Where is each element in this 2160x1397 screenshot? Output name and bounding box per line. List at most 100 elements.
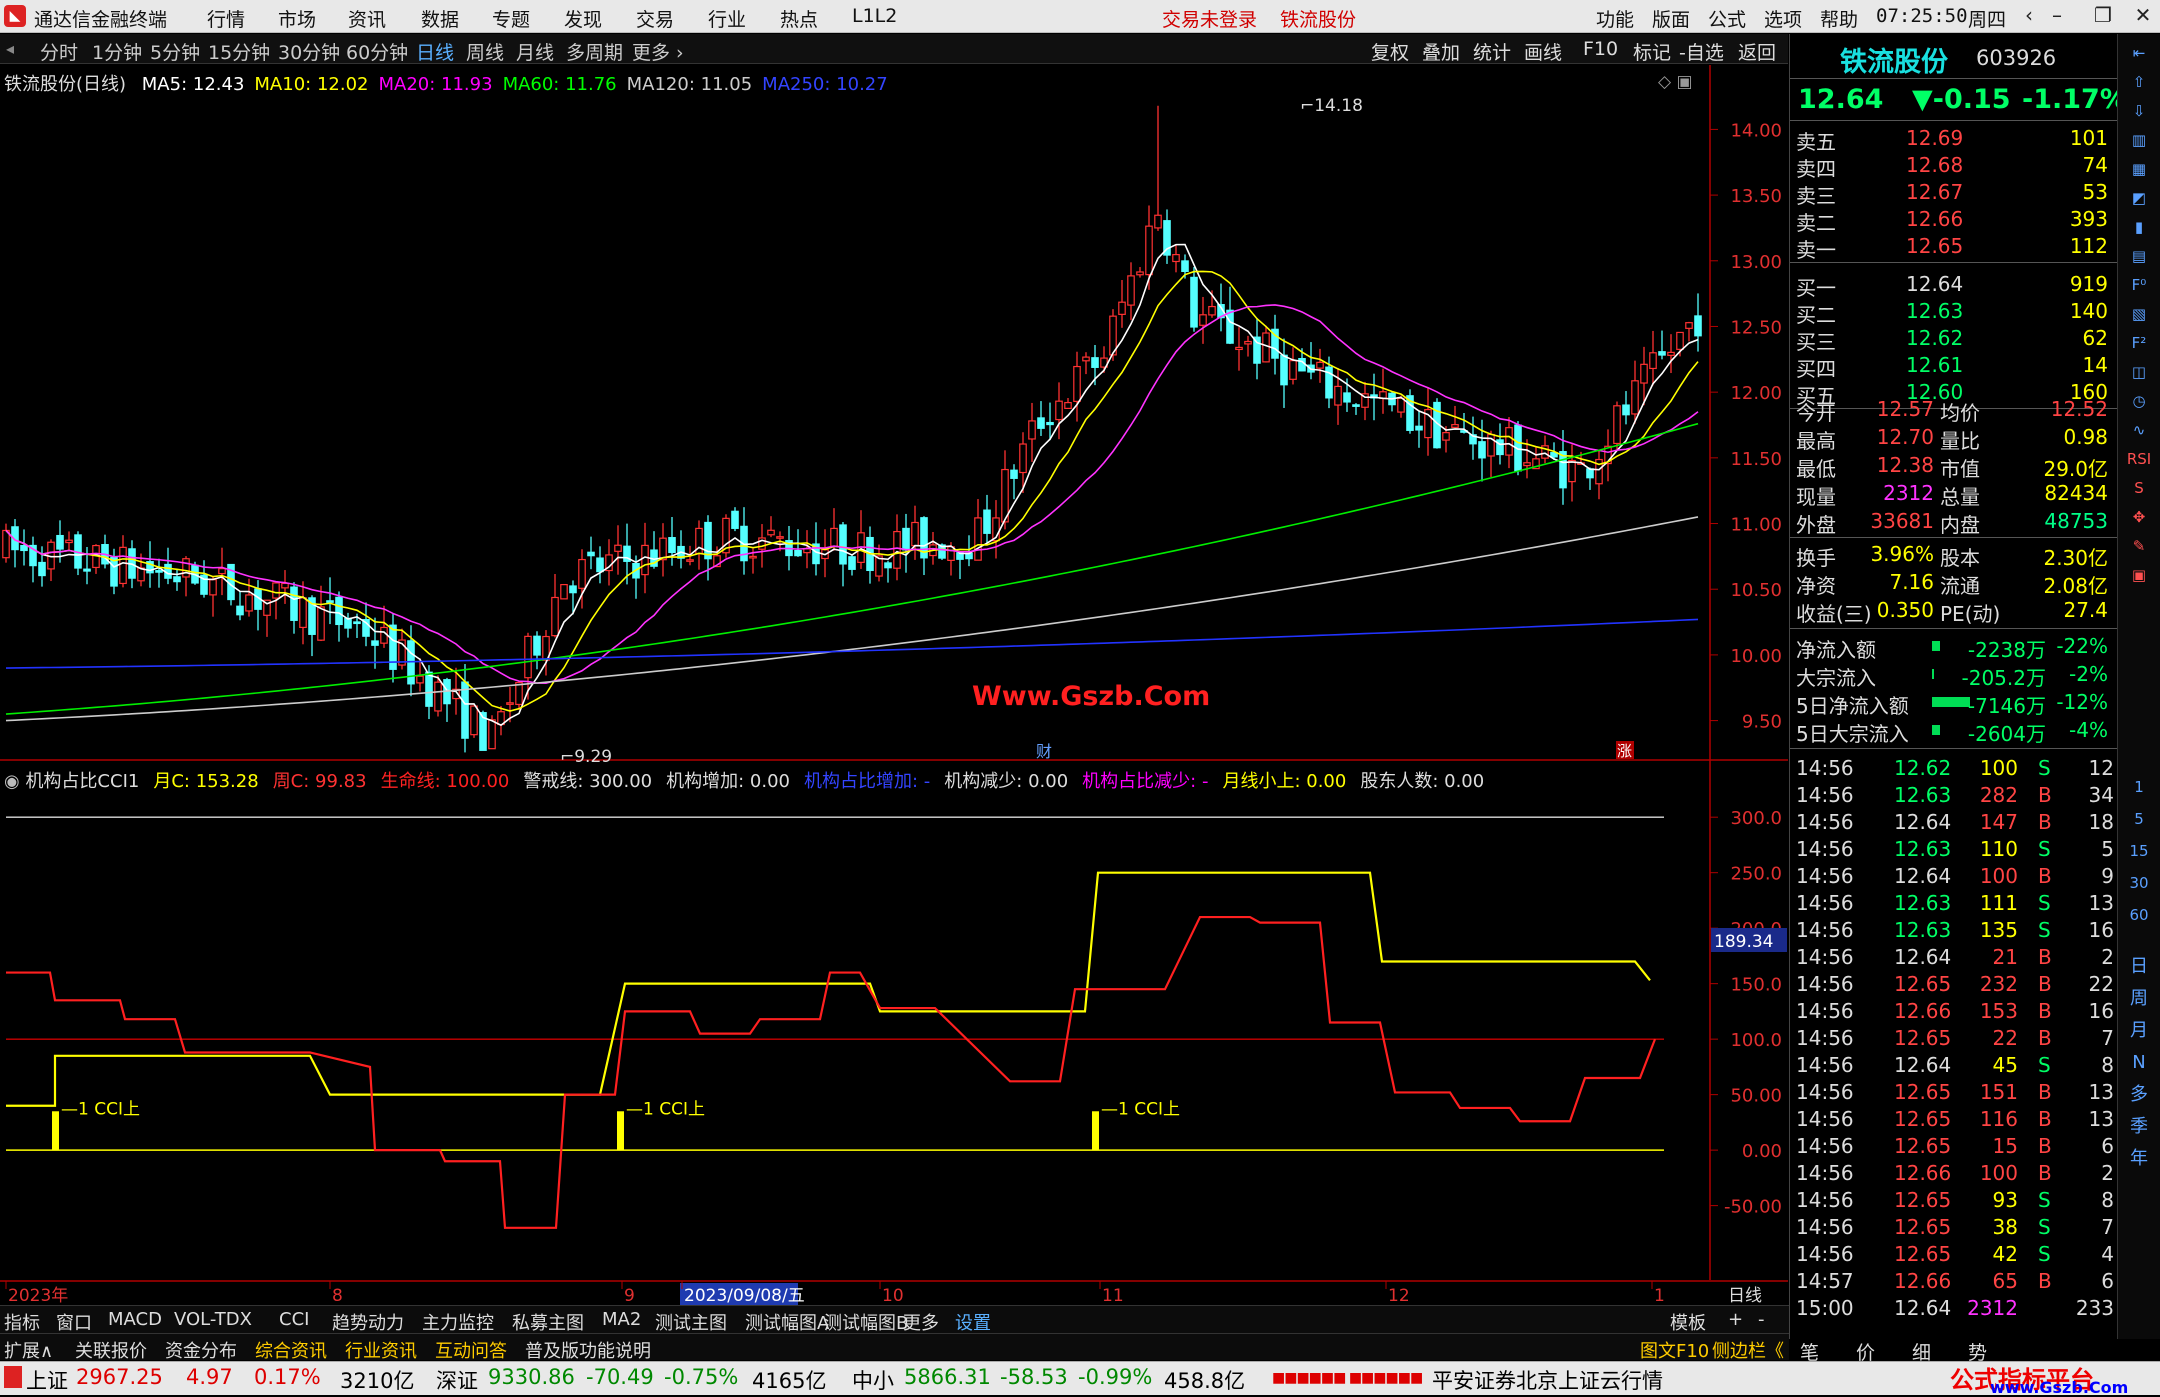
period-tab-8[interactable]: 月线 — [516, 38, 554, 65]
right-menu-0[interactable]: 功能 — [1596, 5, 1634, 32]
toolbar-button-6[interactable]: -自选 — [1679, 38, 1724, 65]
ask-row-0[interactable]: 卖五 12.69 101 — [1790, 124, 2118, 154]
indicator-tab-13[interactable]: 设置 — [955, 1309, 991, 1335]
sidebar-period-2[interactable]: 月 — [2126, 1018, 2152, 1044]
period-tab-1[interactable]: 1分钟 — [92, 38, 142, 65]
cai-marker[interactable]: 财 — [1036, 742, 1052, 761]
period-tab-10[interactable]: 更多 › — [632, 38, 684, 65]
bid-row-0[interactable]: 买一 12.64 919 — [1790, 270, 2118, 300]
indicator-tab-6[interactable]: 主力监控 — [422, 1309, 494, 1335]
info-tab-3[interactable]: 综合资讯 — [255, 1337, 327, 1363]
period-tab-0[interactable]: 分时 — [40, 38, 78, 65]
period-tab-9[interactable]: 多周期 — [566, 38, 623, 65]
menu-8[interactable]: 热点 — [780, 5, 818, 32]
info-tab-1[interactable]: 关联报价 — [75, 1337, 147, 1363]
move-icon[interactable]: ✥ — [2126, 504, 2152, 530]
f10-icon[interactable]: F⁰ — [2126, 272, 2152, 298]
indicator-tab-8[interactable]: MA2 — [602, 1309, 641, 1330]
b1-right-0[interactable]: 模板 — [1670, 1309, 1706, 1335]
info-tab-0[interactable]: 扩展∧ — [4, 1337, 53, 1363]
sidebar-num-1[interactable]: 5 — [2126, 806, 2152, 832]
menu-2[interactable]: 资讯 — [348, 5, 386, 32]
indicator-tab-1[interactable]: 窗口 — [56, 1309, 92, 1335]
indicator-tab-4[interactable]: CCI — [279, 1309, 309, 1330]
kline-chart[interactable]: —1 CCI上 —1 CCI上 —1 CCI上 14.00 13.50 13.00 12.… — [0, 65, 1788, 1305]
right-menu-3[interactable]: 选项 — [1764, 5, 1802, 32]
menu-1[interactable]: 市场 — [278, 5, 316, 32]
indicator-tab-10[interactable]: 测试幅图A — [745, 1309, 829, 1335]
menu-9[interactable]: L1L2 — [852, 5, 897, 27]
f2-icon[interactable]: F² — [2126, 330, 2152, 356]
info-icon[interactable]: ◫ — [2126, 359, 2152, 385]
menu-7[interactable]: 行业 — [708, 5, 746, 32]
menu-3[interactable]: 数据 — [421, 5, 459, 32]
b2-right-1[interactable]: 侧边栏《 — [1712, 1337, 1784, 1363]
bid-row-1[interactable]: 买二 12.63 140 — [1790, 297, 2118, 327]
menu-5[interactable]: 发现 — [564, 5, 602, 32]
right-menu-1[interactable]: 版面 — [1652, 5, 1690, 32]
sidebar-period-3[interactable]: N — [2126, 1050, 2152, 1076]
indicator-tab-12[interactable]: 更多 — [903, 1309, 939, 1335]
menu-6[interactable]: 交易 — [636, 5, 674, 32]
sidebar-num-2[interactable]: 15 — [2126, 838, 2152, 864]
indicator-tab-2[interactable]: MACD — [108, 1309, 162, 1330]
period-tab-7[interactable]: 周线 — [466, 38, 504, 65]
indicator-tab-0[interactable]: 指标 — [4, 1309, 40, 1335]
right-menu-4[interactable]: 帮助 — [1820, 5, 1858, 32]
ask-row-1[interactable]: 卖四 12.68 74 — [1790, 151, 2118, 181]
sidebar-num-4[interactable]: 60 — [2126, 902, 2152, 928]
collapse-icon[interactable]: ◂ — [6, 39, 14, 58]
info-tab-6[interactable]: 普及版功能说明 — [525, 1337, 651, 1363]
sidebar-period-4[interactable]: 多 — [2126, 1082, 2152, 1108]
broker-info[interactable]: 平安证券北京上证云行情 — [1432, 1365, 1663, 1395]
sidebar-period-0[interactable]: 日 — [2126, 954, 2152, 980]
trend-icon[interactable]: ◩ — [2126, 185, 2152, 211]
sidebar-num-3[interactable]: 30 — [2126, 870, 2152, 896]
ask-row-4[interactable]: 卖一 12.65 112 — [1790, 232, 2118, 262]
toolbar-button-0[interactable]: 复权 — [1371, 38, 1409, 65]
sidebar-period-6[interactable]: 年 — [2126, 1146, 2152, 1172]
menu-0[interactable]: 行情 — [207, 5, 245, 32]
sh-label[interactable]: 上证 — [26, 1365, 68, 1395]
chart-icon[interactable]: ▥ — [2126, 127, 2152, 153]
toolbar-button-3[interactable]: 画线 — [1524, 38, 1562, 65]
b1-right-2[interactable]: - — [1758, 1309, 1765, 1330]
sz-label[interactable]: 深证 — [436, 1365, 478, 1395]
ask-row-3[interactable]: 卖二 12.66 393 — [1790, 205, 2118, 235]
minimize-icon[interactable]: – — [2042, 3, 2072, 29]
candle-icon[interactable]: ▮ — [2126, 214, 2152, 240]
period-tab-2[interactable]: 5分钟 — [150, 38, 200, 65]
restore-icon[interactable]: ❐ — [2088, 3, 2118, 29]
list-icon[interactable]: ▤ — [2126, 243, 2152, 269]
zx-label[interactable]: 中小 — [852, 1365, 894, 1395]
table-icon[interactable]: ▦ — [2126, 156, 2152, 182]
toolbar-button-7[interactable]: 返回 — [1738, 38, 1776, 65]
bid-row-2[interactable]: 买三 12.62 62 — [1790, 324, 2118, 354]
period-tab-6[interactable]: 日线 — [416, 38, 454, 65]
info-tab-5[interactable]: 互动问答 — [435, 1337, 507, 1363]
bid-row-3[interactable]: 买四 12.61 14 — [1790, 351, 2118, 381]
down-arrow-icon[interactable]: ⇩ — [2126, 98, 2152, 124]
indicator-tab-11[interactable]: 测试幅图B — [824, 1309, 908, 1335]
indicator-tab-5[interactable]: 趋势动力 — [332, 1309, 404, 1335]
toolbar-button-1[interactable]: 叠加 — [1422, 38, 1460, 65]
pen-icon[interactable]: ✎ — [2126, 533, 2152, 559]
sidebar-period-1[interactable]: 周 — [2126, 986, 2152, 1012]
b1-right-1[interactable]: + — [1728, 1309, 1743, 1330]
expand-icon[interactable]: ⇤ — [2126, 40, 2152, 66]
ask-row-2[interactable]: 卖三 12.67 53 — [1790, 178, 2118, 208]
period-tab-5[interactable]: 60分钟 — [346, 38, 408, 65]
rsi-icon[interactable]: RSI — [2126, 446, 2152, 472]
chart-options-icon[interactable]: ◇ ▣ — [1658, 72, 1693, 92]
info-tab-2[interactable]: 资金分布 — [165, 1337, 237, 1363]
period-tab-3[interactable]: 15分钟 — [208, 38, 270, 65]
login-status[interactable]: 交易未登录 — [1162, 5, 1257, 32]
close-icon[interactable]: ✕ — [2128, 3, 2158, 29]
chart-alt-icon[interactable]: ▧ — [2126, 301, 2152, 327]
indicator-settings-icon[interactable]: ◉ — [4, 771, 25, 792]
toolbar-button-5[interactable]: 标记 — [1633, 38, 1671, 65]
period-tab-4[interactable]: 30分钟 — [278, 38, 340, 65]
back-arrow-icon[interactable]: ‹ — [2014, 3, 2044, 29]
stock-icon[interactable]: S — [2126, 475, 2152, 501]
zhang-marker[interactable]: 涨 — [1617, 742, 1632, 760]
